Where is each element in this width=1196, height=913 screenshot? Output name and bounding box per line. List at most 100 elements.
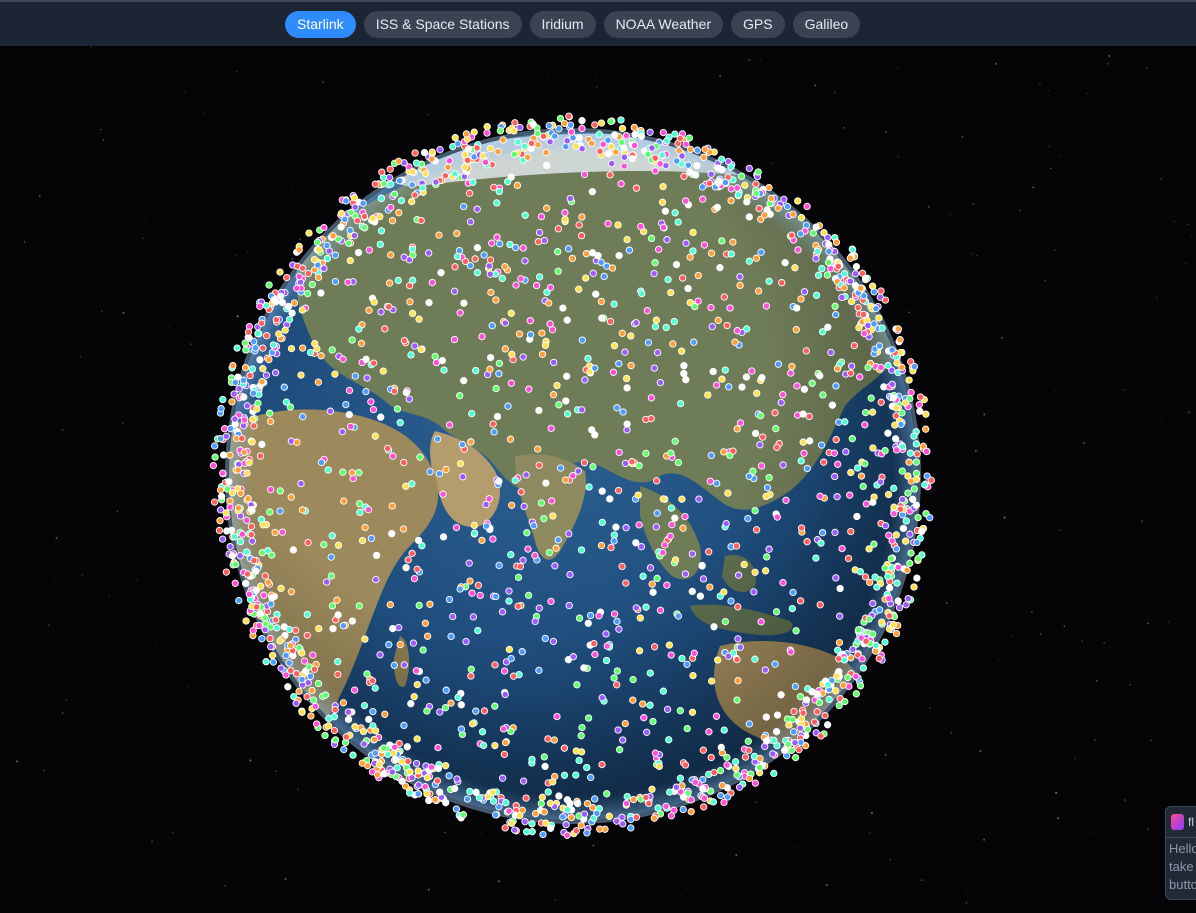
satellite-marker[interactable] <box>671 437 679 445</box>
satellite-marker[interactable] <box>391 743 399 751</box>
satellite-marker[interactable] <box>645 799 653 808</box>
satellite-marker[interactable] <box>222 509 230 517</box>
satellite-marker[interactable] <box>741 753 750 761</box>
satellite-marker[interactable] <box>545 548 554 557</box>
satellite-marker[interactable] <box>483 129 491 137</box>
satellite-marker[interactable] <box>295 246 303 254</box>
satellite-marker[interactable] <box>773 443 781 451</box>
satellite-marker[interactable] <box>509 672 518 680</box>
satellite-marker[interactable] <box>694 271 702 280</box>
satellite-marker[interactable] <box>353 217 362 225</box>
satellite-marker[interactable] <box>544 735 552 743</box>
satellite-marker[interactable] <box>734 635 742 643</box>
satellite-marker[interactable] <box>471 255 479 263</box>
satellite-marker[interactable] <box>376 651 384 659</box>
satellite-marker[interactable] <box>456 459 465 468</box>
satellite-marker[interactable] <box>868 408 877 416</box>
satellite-marker[interactable] <box>535 406 543 415</box>
satellite-marker[interactable] <box>583 799 592 808</box>
satellite-marker[interactable] <box>528 755 536 764</box>
satellite-marker[interactable] <box>331 370 339 378</box>
satellite-marker[interactable] <box>663 137 671 145</box>
satellite-marker[interactable] <box>226 497 234 505</box>
satellite-marker[interactable] <box>861 274 870 283</box>
satellite-marker[interactable] <box>249 415 257 423</box>
satellite-marker[interactable] <box>267 600 275 608</box>
satellite-marker[interactable] <box>754 168 762 176</box>
satellite-marker[interactable] <box>275 330 283 338</box>
satellite-marker[interactable] <box>389 749 398 757</box>
satellite-marker[interactable] <box>691 778 699 786</box>
satellite-marker[interactable] <box>671 130 679 138</box>
satellite-marker[interactable] <box>535 604 543 612</box>
satellite-marker[interactable] <box>751 507 759 515</box>
satellite-marker[interactable] <box>671 514 679 522</box>
satellite-marker[interactable] <box>699 575 708 583</box>
satellite-marker[interactable] <box>767 194 775 203</box>
satellite-marker[interactable] <box>812 223 820 231</box>
satellite-marker[interactable] <box>789 588 797 597</box>
satellite-marker[interactable] <box>402 482 410 490</box>
satellite-marker[interactable] <box>566 121 575 129</box>
satellite-marker[interactable] <box>832 311 840 319</box>
satellite-marker[interactable] <box>289 546 298 554</box>
satellite-marker[interactable] <box>549 512 557 520</box>
satellite-marker[interactable] <box>582 274 590 282</box>
satellite-marker[interactable] <box>586 611 595 620</box>
satellite-marker[interactable] <box>211 453 219 461</box>
satellite-marker[interactable] <box>401 782 410 790</box>
satellite-marker[interactable] <box>894 563 902 571</box>
satellite-marker[interactable] <box>584 619 592 627</box>
satellite-marker[interactable] <box>642 415 650 424</box>
satellite-marker[interactable] <box>407 351 415 359</box>
satellite-marker[interactable] <box>831 302 839 310</box>
satellite-marker[interactable] <box>320 264 328 273</box>
satellite-marker[interactable] <box>372 575 380 584</box>
satellite-marker[interactable] <box>493 412 502 421</box>
satellite-marker[interactable] <box>632 319 640 327</box>
satellite-marker[interactable] <box>700 803 708 811</box>
satellite-marker[interactable] <box>478 728 487 736</box>
satellite-marker[interactable] <box>698 562 706 570</box>
satellite-marker[interactable] <box>622 132 631 140</box>
satellite-marker[interactable] <box>615 360 623 368</box>
satellite-marker[interactable] <box>699 195 707 203</box>
satellite-marker[interactable] <box>441 704 450 712</box>
satellite-marker[interactable] <box>445 772 453 780</box>
satellite-marker[interactable] <box>359 199 367 207</box>
satellite-marker[interactable] <box>610 610 619 618</box>
satellite-marker[interactable] <box>469 178 477 186</box>
satellite-marker[interactable] <box>408 197 416 206</box>
satellite-marker[interactable] <box>280 383 288 391</box>
satellite-marker[interactable] <box>620 153 629 161</box>
satellite-marker[interactable] <box>796 597 805 605</box>
satellite-marker[interactable] <box>539 132 548 140</box>
satellite-marker[interactable] <box>293 284 301 292</box>
satellite-marker[interactable] <box>736 419 745 427</box>
satellite-marker[interactable] <box>706 477 714 485</box>
satellite-marker[interactable] <box>320 540 328 549</box>
satellite-marker[interactable] <box>876 478 885 486</box>
satellite-marker[interactable] <box>672 783 681 791</box>
satellite-marker[interactable] <box>510 150 519 159</box>
satellite-marker[interactable] <box>486 145 495 153</box>
satellite-marker[interactable] <box>466 262 474 270</box>
satellite-marker[interactable] <box>235 596 243 605</box>
satellite-marker[interactable] <box>360 223 369 232</box>
satellite-marker[interactable] <box>534 445 542 453</box>
satellite-marker[interactable] <box>371 432 379 440</box>
satellite-marker[interactable] <box>696 592 705 600</box>
satellite-marker[interactable] <box>838 544 846 553</box>
satellite-marker[interactable] <box>853 512 861 521</box>
satellite-marker[interactable] <box>493 233 501 241</box>
satellite-marker[interactable] <box>783 715 792 723</box>
satellite-marker[interactable] <box>756 412 765 420</box>
satellite-marker[interactable] <box>451 263 459 271</box>
satellite-marker[interactable] <box>501 319 510 327</box>
satellite-marker[interactable] <box>551 132 559 140</box>
satellite-marker[interactable] <box>349 751 357 759</box>
satellite-marker[interactable] <box>298 649 306 657</box>
satellite-marker[interactable] <box>623 420 631 428</box>
satellite-marker[interactable] <box>501 738 510 747</box>
satellite-marker[interactable] <box>252 603 261 611</box>
